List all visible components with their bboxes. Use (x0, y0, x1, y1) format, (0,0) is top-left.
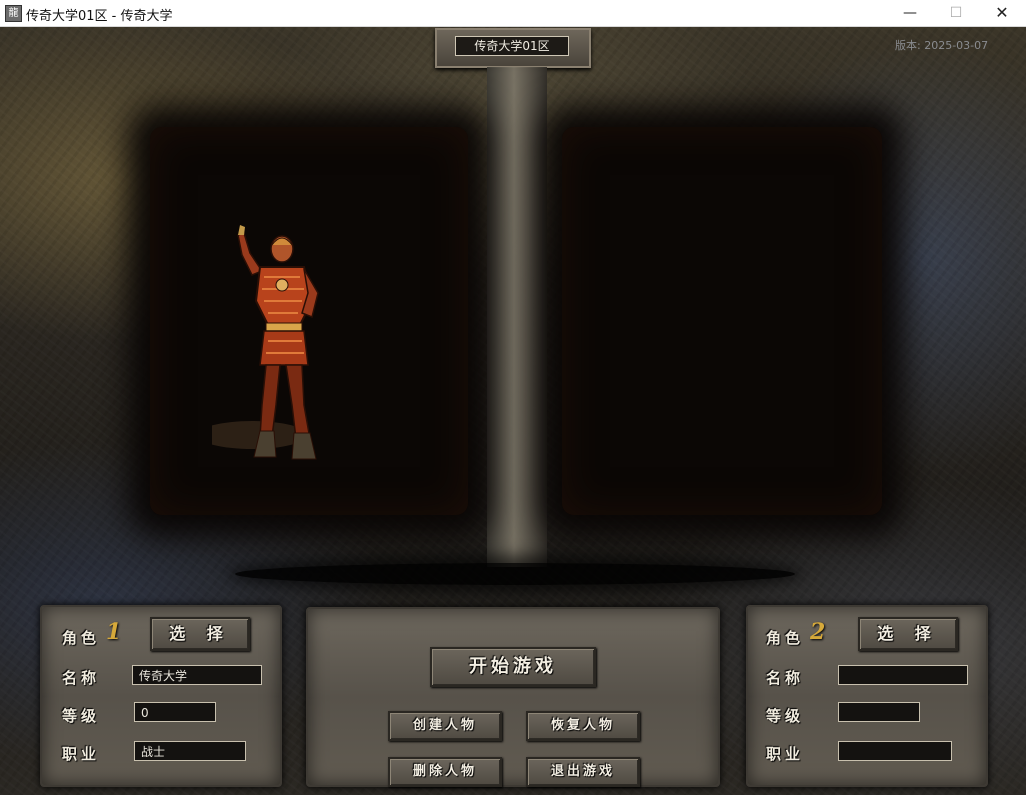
slot-1-select-button[interactable]: 选 择 (150, 617, 250, 651)
exit-game-button[interactable]: 退出游戏 (526, 757, 640, 787)
slot-1-name-label: 名称 (62, 669, 101, 687)
slot-1-info-panel: 角色 1 选 择 名称 传奇大学 等级 0 职业 战士 (40, 605, 282, 787)
slot-2-level-field (838, 702, 920, 722)
server-plaque: 传奇大学01区 (435, 28, 591, 68)
stone-pillar (487, 67, 547, 567)
window-titlebar: 龍 传奇大学01区 - 传奇大学 — ☐ ✕ (0, 0, 1026, 27)
slot-2-name-field (838, 665, 968, 685)
close-button[interactable]: ✕ (979, 0, 1025, 26)
slot-2-job-label: 职业 (766, 745, 805, 763)
maximize-button[interactable]: ☐ (933, 0, 979, 26)
slot-2-info-panel: 角色 2 选 择 名称 等级 职业 (746, 605, 988, 787)
window-title: 传奇大学01区 - 传奇大学 (26, 9, 173, 24)
character-slot-2-display[interactable] (562, 127, 882, 515)
slot-2-number: 2 (810, 619, 826, 645)
slot-1-job-field: 战士 (134, 741, 246, 761)
server-name: 传奇大学01区 (455, 36, 569, 56)
start-game-button[interactable]: 开始游戏 (430, 647, 596, 687)
slot-1-role-label: 角色 (62, 629, 101, 647)
warrior-character-figure[interactable] (212, 205, 327, 475)
slot-1-level-field: 0 (134, 702, 216, 722)
slot-1-job-label: 职业 (62, 745, 101, 763)
slot-2-job-field (838, 741, 952, 761)
app-icon: 龍 (5, 5, 22, 22)
slot-1-number: 1 (106, 619, 122, 645)
slot-2-role-label: 角色 (766, 629, 805, 647)
actions-panel: 开始游戏 创建人物 恢复人物 删除人物 退出游戏 (306, 607, 720, 787)
slot-1-name-field: 传奇大学 (132, 665, 262, 685)
slot-2-select-button[interactable]: 选 择 (858, 617, 958, 651)
stone-ledge-shadow (235, 563, 795, 585)
character-select-screen: 传奇大学01区 版本: 2025-03-07 角色 1 选 择 名称 传奇大学 … (0, 27, 1026, 795)
slot-1-level-label: 等级 (62, 707, 101, 725)
slot-2-name-label: 名称 (766, 669, 805, 687)
minimize-button[interactable]: — (887, 0, 933, 26)
delete-character-button[interactable]: 删除人物 (388, 757, 502, 787)
version-label: 版本: 2025-03-07 (895, 39, 989, 52)
create-character-button[interactable]: 创建人物 (388, 711, 502, 741)
slot-2-level-label: 等级 (766, 707, 805, 725)
restore-character-button[interactable]: 恢复人物 (526, 711, 640, 741)
